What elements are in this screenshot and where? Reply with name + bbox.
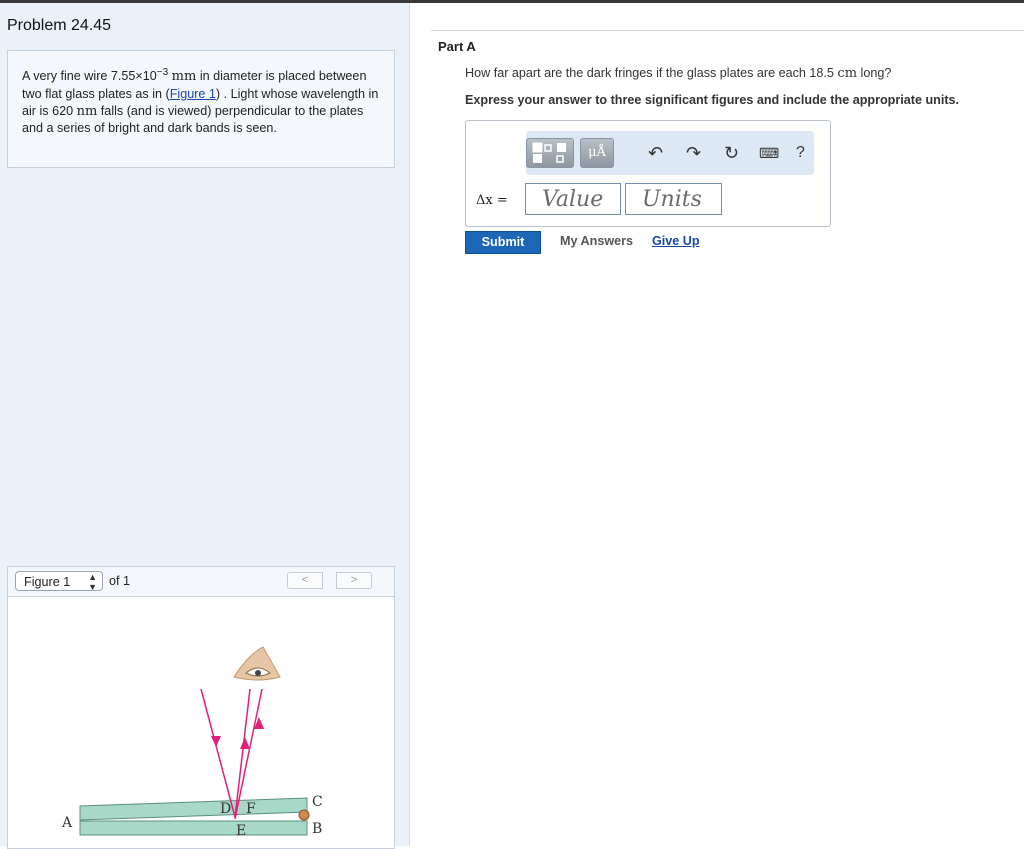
label-D: D xyxy=(220,801,231,817)
divider xyxy=(431,30,1024,31)
figure-header: Figure 1 ▲ ▼ of 1 < > xyxy=(8,567,394,597)
question-suffix: long? xyxy=(857,66,892,80)
instruction-text: Express your answer to three significant… xyxy=(465,93,960,107)
figure-diagram: A D F C B E xyxy=(61,646,323,839)
undo-icon[interactable]: ↶ xyxy=(648,143,663,163)
question-prefix: How far apart are the dark fringes if th… xyxy=(465,66,838,80)
question-unit: cm xyxy=(837,66,858,81)
label-F: F xyxy=(246,801,256,817)
redo-icon[interactable]: ↷ xyxy=(686,143,701,163)
part-label: Part A xyxy=(438,39,476,54)
problem-statement-box: A very fine wire 7.55×10−3 mm in diamete… xyxy=(7,50,395,168)
figure-select-label: Figure 1 xyxy=(24,575,71,589)
label-C: C xyxy=(312,794,323,810)
answer-column: Part A How far apart are the dark fringe… xyxy=(411,3,1024,846)
figure-count: of 1 xyxy=(109,574,131,588)
unit-nm: nm xyxy=(76,104,98,119)
statement-text-1: A very fine wire 7.55×10 xyxy=(22,69,157,83)
question-text: How far apart are the dark fringes if th… xyxy=(465,66,891,81)
label-A: A xyxy=(61,815,73,831)
figure-select[interactable]: Figure 1 ▲ ▼ xyxy=(15,571,103,592)
help-button[interactable]: ? xyxy=(796,143,805,163)
reset-icon[interactable]: ↻ xyxy=(724,143,739,163)
keyboard-icon[interactable]: ⌨ xyxy=(759,143,779,163)
wire xyxy=(298,809,310,821)
problem-title: Problem 24.45 xyxy=(7,17,112,34)
templates-icon xyxy=(532,142,566,163)
eye-icon xyxy=(233,646,281,681)
label-B: B xyxy=(312,821,322,837)
chevron-right-icon: > xyxy=(350,574,358,586)
lower-glass-plate xyxy=(79,820,308,836)
answer-box: μÅ ↶ ↷ ↻ ⌨ ? Δx = xyxy=(465,120,831,227)
label-E: E xyxy=(236,823,246,839)
updown-arrows-icon: ▲ ▼ xyxy=(88,572,97,592)
my-answers-button[interactable]: My Answers xyxy=(560,234,633,248)
give-up-link[interactable]: Give Up xyxy=(652,234,700,248)
next-figure-button[interactable]: > xyxy=(336,572,372,589)
chevron-left-icon: < xyxy=(301,574,309,586)
variable-label: Δx = xyxy=(476,193,508,208)
problem-statement: A very fine wire 7.55×10−3 mm in diamete… xyxy=(22,67,384,137)
templates-button[interactable] xyxy=(526,138,574,168)
figure-link[interactable]: Figure 1 xyxy=(170,87,216,101)
upper-glass-plate xyxy=(79,797,308,821)
figure-panel: Figure 1 ▲ ▼ of 1 < > A D F C B E xyxy=(7,566,395,849)
problem-column: Problem 24.45 A very fine wire 7.55×10−3… xyxy=(0,3,410,849)
exponent: −3 xyxy=(156,67,169,78)
submit-button[interactable]: Submit xyxy=(465,231,541,254)
unit-mm: mm xyxy=(171,69,197,84)
math-toolbar: μÅ ↶ ↷ ↻ ⌨ ? xyxy=(526,131,814,175)
value-input[interactable] xyxy=(525,183,621,215)
previous-figure-button[interactable]: < xyxy=(287,572,323,589)
units-button[interactable]: μÅ xyxy=(580,138,614,168)
units-input[interactable] xyxy=(625,183,722,215)
